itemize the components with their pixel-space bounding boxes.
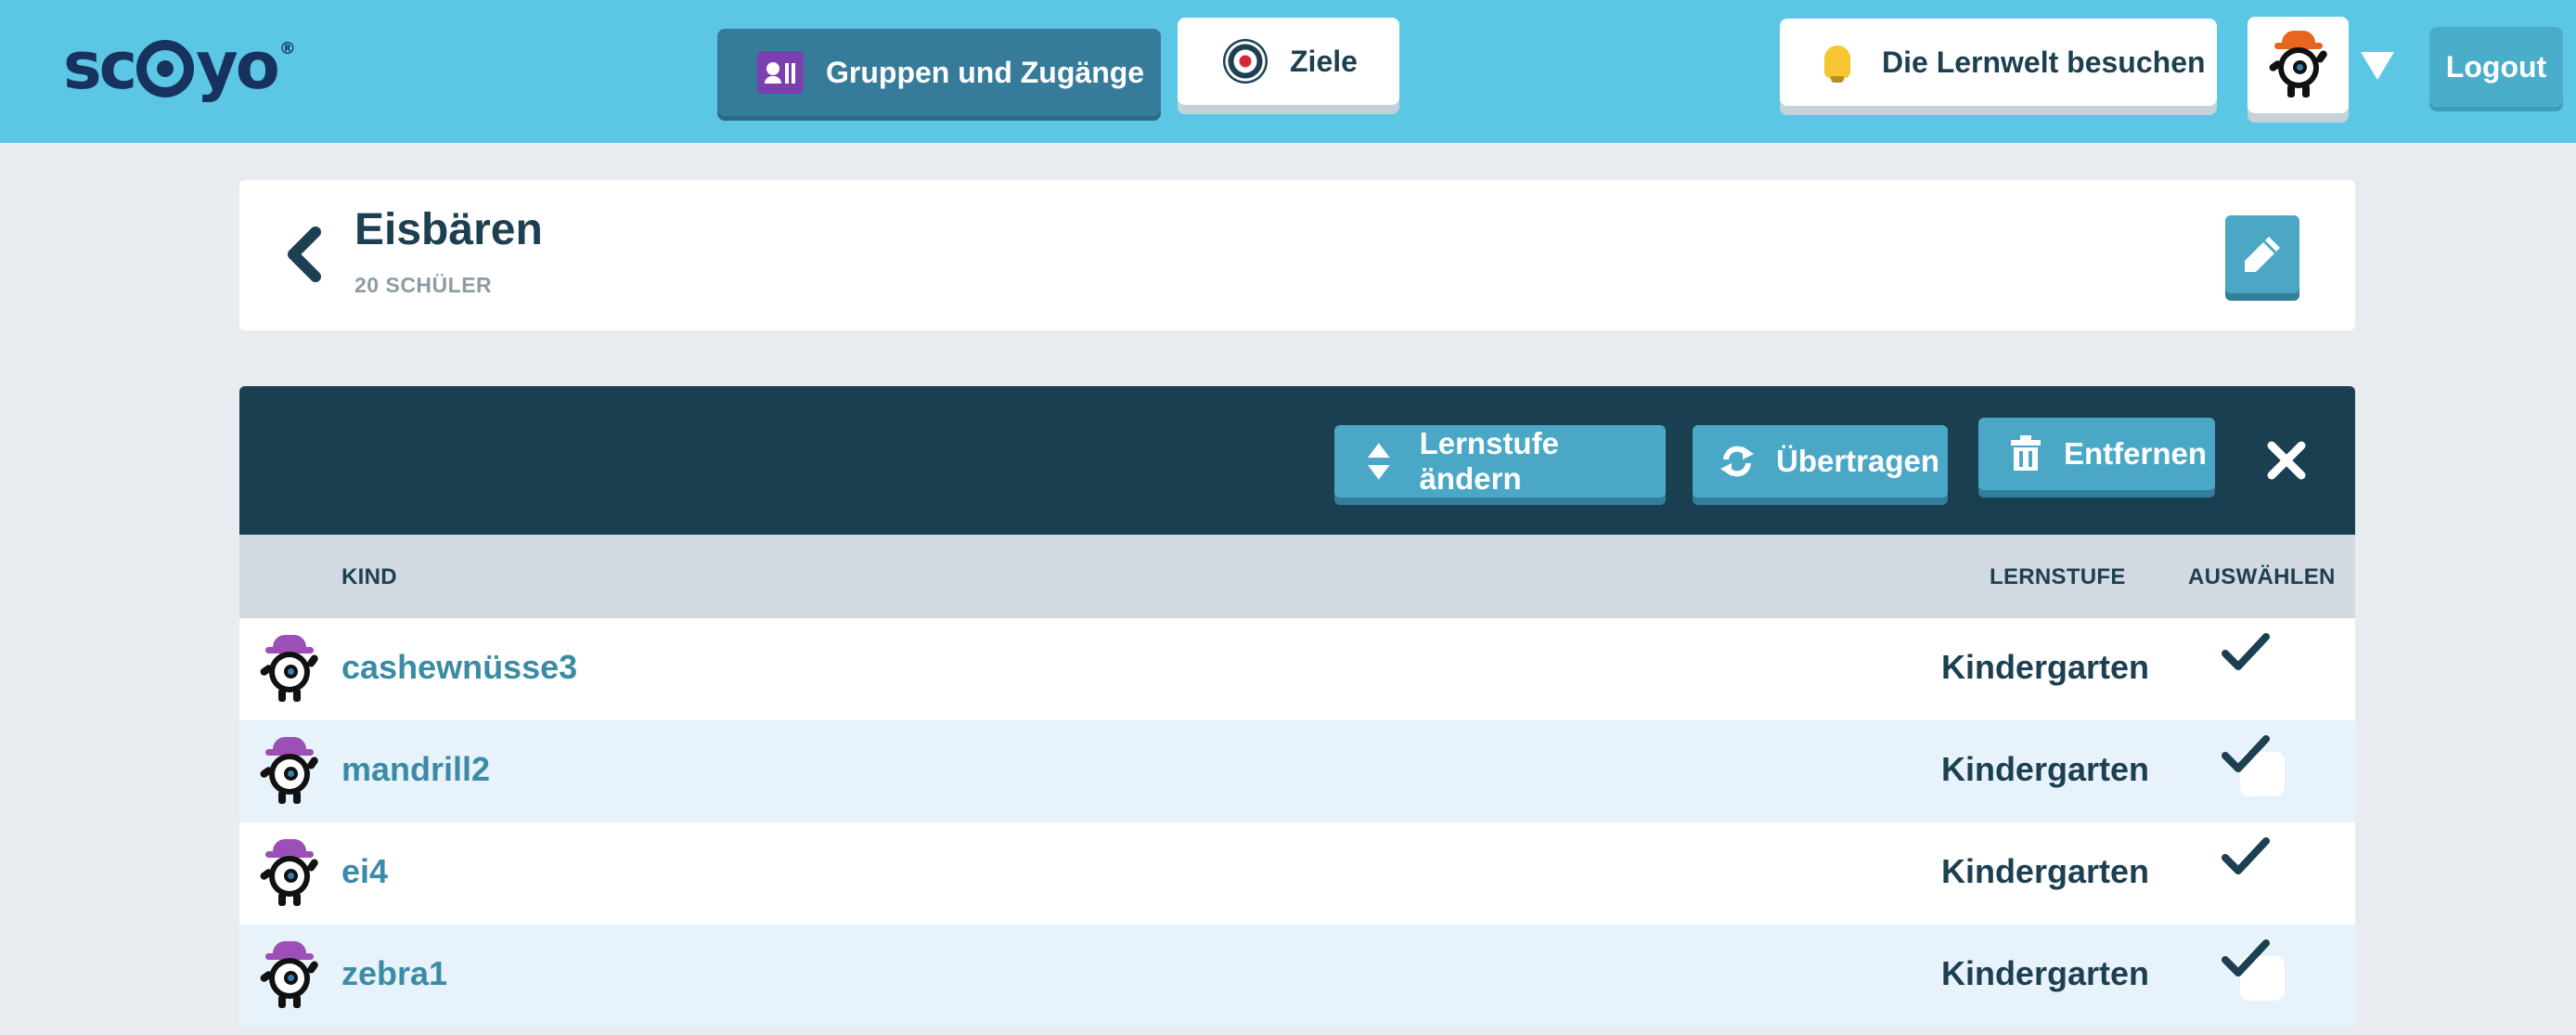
visit-learning-world-label: Die Lernwelt besuchen [1882,45,2206,79]
column-header-auswaehlen: AUSWÄHLEN [2188,564,2336,589]
nav-goals-label: Ziele [1290,44,1358,78]
user-avatar-button[interactable] [2248,17,2349,113]
remove-button[interactable]: Entfernen [1978,418,2215,490]
transfer-button[interactable]: Übertragen [1693,425,1948,498]
sort-arrows-icon [1367,443,1390,480]
avatar [258,635,320,704]
student-level: Kindergarten [1940,750,2149,788]
sync-icon [1720,446,1754,477]
checkmark-icon[interactable] [2222,733,2270,776]
back-arrow-icon[interactable] [284,226,323,282]
avatar [258,941,320,1010]
group-header-card: Eisbären 20 SCHÜLER [239,180,2355,330]
checkmark-icon[interactable] [2222,835,2270,878]
edit-group-button[interactable] [2225,215,2299,293]
group-title: Eisbären [354,205,543,254]
transfer-label: Übertragen [1776,444,1940,478]
nav-goals-button[interactable]: Ziele [1178,18,1399,105]
logout-button[interactable]: Logout [2429,27,2563,107]
column-header-lernstufe: LERNSTUFE [1990,564,2126,589]
avatar [258,737,320,806]
remove-label: Entfernen [2064,436,2208,471]
pencil-icon [2245,237,2280,272]
student-level: Kindergarten [1940,648,2149,686]
scoyo-logo[interactable]: sc yo ® [63,28,296,104]
table-row[interactable]: ei4 Kindergarten [239,822,2355,925]
student-name-link[interactable]: mandrill2 [341,750,490,789]
top-navigation-bar: sc yo ® Gruppen und Zugänge Ziele Die Lern… [0,0,2576,143]
avatar [2267,31,2328,99]
table-row[interactable]: zebra1 Kindergarten [239,925,2355,1027]
change-level-label: Lernstufe ändern [1419,426,1559,496]
lightbulb-icon [1824,45,1850,83]
student-name-link[interactable]: cashewnüsse3 [341,648,577,687]
student-name-link[interactable]: ei4 [341,852,388,891]
close-icon[interactable] [2266,440,2307,481]
nav-groups-and-access-button[interactable]: Gruppen und Zugänge [717,29,1161,116]
student-count: 20 SCHÜLER [354,273,493,297]
student-level: Kindergarten [1940,954,2149,992]
student-level: Kindergarten [1940,852,2149,890]
groups-icon [757,51,804,94]
column-header-kind: KIND [341,564,397,589]
checkmark-icon[interactable] [2222,631,2270,674]
change-level-button[interactable]: Lernstufe ändern [1334,425,1666,498]
target-icon [1223,39,1268,84]
checkmark-icon[interactable] [2222,938,2270,980]
trash-icon [2011,435,2041,471]
table-header: KIND LERNSTUFE AUSWÄHLEN [239,535,2355,618]
table-row[interactable]: mandrill2 Kindergarten [239,720,2355,822]
table-row[interactable]: cashewnüsse3 Kindergarten [239,618,2355,720]
selection-action-bar: Lernstufe ändern Übertragen Entfernen [239,386,2355,535]
avatar [258,839,320,908]
visit-learning-world-button[interactable]: Die Lernwelt besuchen [1780,19,2217,106]
chevron-down-icon[interactable] [2361,52,2394,80]
nav-groups-label: Gruppen und Zugänge [826,55,1145,89]
student-name-link[interactable]: zebra1 [341,954,447,993]
